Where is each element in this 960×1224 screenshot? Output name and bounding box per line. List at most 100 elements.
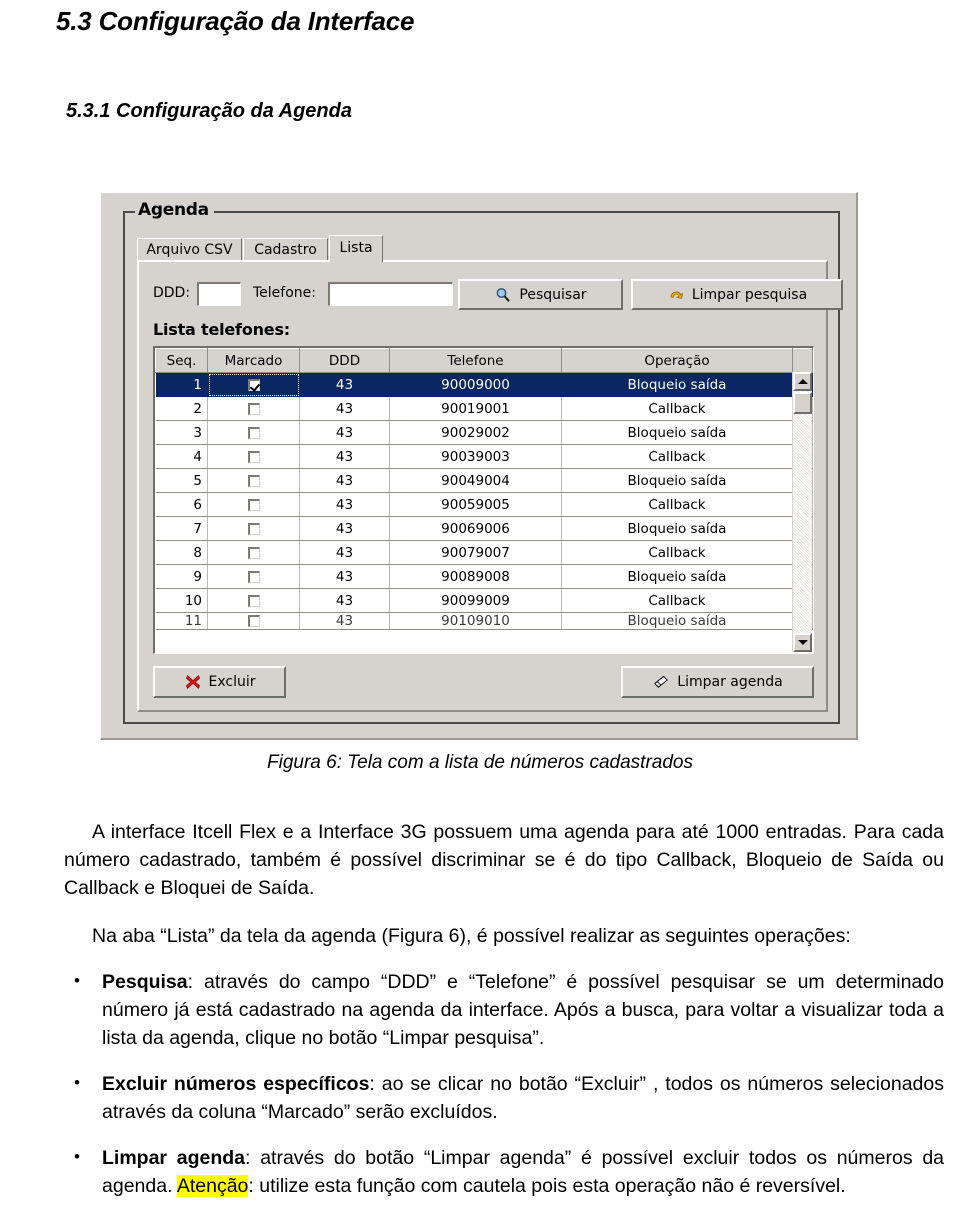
ddd-input[interactable] [196,281,242,307]
cell-marcado[interactable] [207,396,300,421]
column-header-spacer [792,348,813,373]
cell-seq: 3 [155,420,208,445]
cell-telefone: 90049004 [389,468,562,493]
cell-telefone: 90069006 [389,516,562,541]
list-item-excluir-term: Excluir números específicos [102,1073,370,1095]
limpar-pesquisa-button-label: Limpar pesquisa [691,286,808,303]
list-item-pesquisa-text: : através do campo “DDD” e “Telefone” é … [102,971,944,1049]
grid-vertical-scrollbar[interactable] [792,372,812,652]
cell-ddd: 43 [299,396,390,421]
checkbox-unchecked-icon[interactable] [247,402,260,415]
tab-cadastro-label: Cadastro [254,242,317,258]
cell-seq: 6 [155,492,208,517]
red-x-icon [184,673,202,691]
scroll-down-button[interactable] [793,633,812,652]
table-row[interactable]: 7 43 90069006 Bloqueio saída [155,516,813,541]
table-row[interactable]: 11 43 90109010 Bloqueio saída [155,612,813,630]
scrollbar-thumb[interactable] [793,392,812,414]
tab-lista[interactable]: Lista [329,235,383,262]
page-title: 5.3 Configuração da Interface [56,6,415,36]
checkbox-unchecked-icon[interactable] [247,522,260,535]
cell-marcado[interactable] [207,420,300,445]
eraser-icon [652,673,670,691]
table-row[interactable]: 9 43 90089008 Bloqueio saída [155,564,813,589]
list-item-limpar-agenda-text-after: : utilize esta função com cautela pois e… [248,1175,846,1197]
cell-marcado[interactable] [207,492,300,517]
limpar-pesquisa-button[interactable]: Limpar pesquisa [631,279,843,310]
cell-ddd: 43 [299,564,390,589]
checkbox-unchecked-icon[interactable] [247,570,260,583]
cell-operacao: Callback [561,396,793,421]
cell-operacao: Bloqueio saída [561,516,793,541]
list-item-excluir: Excluir números específicos: ao se clica… [64,1069,944,1126]
table-row[interactable]: 1 43 90009000 Bloqueio saída [155,372,813,397]
cell-operacao: Callback [561,444,793,469]
subsection-title: 5.3.1 Configuração da Agenda [66,100,352,122]
cell-marcado[interactable] [207,612,300,630]
table-row[interactable]: 6 43 90059005 Callback [155,492,813,517]
checkbox-unchecked-icon[interactable] [247,498,260,511]
list-item-pesquisa: Pesquisa: através do campo “DDD” e “Tele… [64,967,944,1052]
cell-ddd: 43 [299,516,390,541]
cell-telefone: 90059005 [389,492,562,517]
cell-marcado[interactable] [207,444,300,469]
checkbox-unchecked-icon[interactable] [247,594,260,607]
column-header-seq[interactable]: Seq. [155,348,208,373]
cell-ddd: 43 [299,420,390,445]
cell-operacao: Bloqueio saída [561,612,793,630]
excluir-button-label: Excluir [208,674,256,690]
list-item-limpar-agenda: Limpar agenda: através do botão “Limpar … [64,1143,944,1200]
checkbox-unchecked-icon[interactable] [247,615,260,627]
cell-seq: 1 [155,372,208,397]
cell-telefone: 90029002 [389,420,562,445]
pesquisar-button-label: Pesquisar [519,286,587,303]
cell-marcado[interactable] [207,516,300,541]
phone-list-grid[interactable]: Seq. Marcado DDD Telefone Operação 1 43 90… [153,346,814,654]
checkbox-unchecked-icon[interactable] [247,474,260,487]
cell-seq: 5 [155,468,208,493]
column-header-ddd[interactable]: DDD [299,348,390,373]
column-header-operacao[interactable]: Operação [561,348,793,373]
table-row[interactable]: 10 43 90099009 Callback [155,588,813,613]
scroll-up-button[interactable] [793,372,812,391]
figure-caption: Figura 6: Tela com a lista de números ca… [267,752,693,773]
cell-marcado[interactable] [207,540,300,565]
tab-arquivo-csv[interactable]: Arquivo CSV [137,238,242,261]
table-row[interactable]: 2 43 90019001 Callback [155,396,813,421]
cell-ddd: 43 [299,372,390,397]
attention-highlight: Atenção [176,1175,249,1197]
telefone-input[interactable] [327,281,454,307]
pesquisar-button[interactable]: Pesquisar [458,279,623,310]
grid-action-buttons: Excluir Limpar agenda [153,666,814,698]
checkbox-unchecked-icon[interactable] [247,450,260,463]
ddd-label: DDD: [153,285,191,301]
scroll-up-arrow-icon [797,379,808,384]
cell-telefone: 90079007 [389,540,562,565]
table-row[interactable]: 5 43 90049004 Bloqueio saída [155,468,813,493]
column-header-marcado[interactable]: Marcado [207,348,300,373]
cell-marcado[interactable] [207,468,300,493]
checkbox-unchecked-icon[interactable] [247,546,260,559]
table-row[interactable]: 3 43 90029002 Bloqueio saída [155,420,813,445]
tab-arquivo-csv-label: Arquivo CSV [146,242,233,258]
checkbox-checked-icon[interactable] [247,378,260,391]
limpar-agenda-button[interactable]: Limpar agenda [621,666,814,698]
cell-ddd: 43 [299,612,390,630]
checkbox-unchecked-icon[interactable] [247,426,260,439]
search-toolbar: DDD: Telefone: Pesquisar Limpar pesquisa [153,278,843,312]
table-row[interactable]: 8 43 90079007 Callback [155,540,813,565]
cell-marcado[interactable] [207,372,300,397]
cell-seq: 11 [155,612,208,630]
tab-cadastro[interactable]: Cadastro [243,238,328,261]
operations-bullet-list: Pesquisa: através do campo “DDD” e “Tele… [64,967,944,1200]
table-row[interactable]: 4 43 90039003 Callback [155,444,813,469]
cell-operacao: Callback [561,588,793,613]
cell-marcado[interactable] [207,588,300,613]
lista-tab-page: DDD: Telefone: Pesquisar Limpar pesquisa… [137,260,843,712]
column-header-telefone[interactable]: Telefone [389,348,562,373]
excluir-button[interactable]: Excluir [153,666,286,698]
cell-ddd: 43 [299,540,390,565]
cell-marcado[interactable] [207,564,300,589]
cell-seq: 10 [155,588,208,613]
